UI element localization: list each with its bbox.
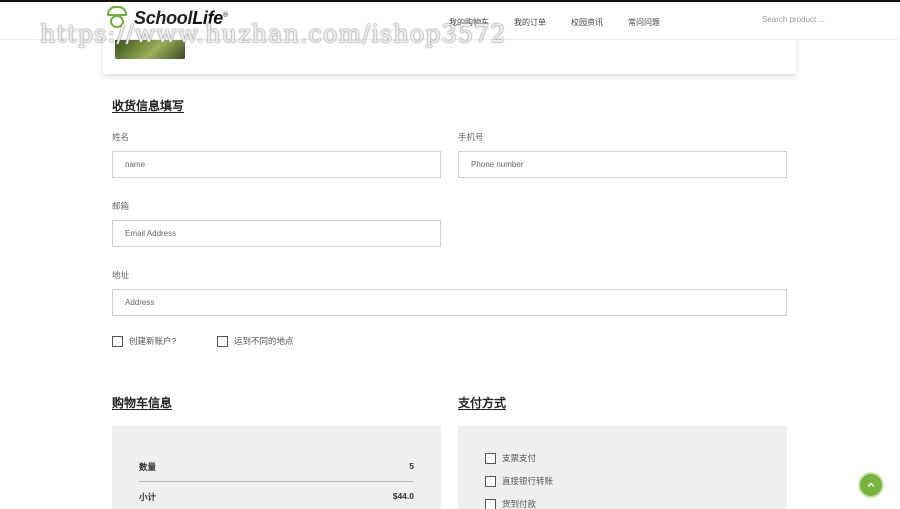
payment-option-bank-transfer[interactable]: 直接银行转账 — [485, 475, 553, 487]
cart-row-quantity: 数量 5 — [139, 461, 414, 472]
checkbox-box[interactable] — [485, 475, 496, 487]
cart-row-subtotal: 小计 $44.0 — [139, 491, 414, 502]
cart-summary-panel: 数量 5 小计 $44.0 — [112, 426, 441, 509]
watermark: https://www.huzhan.com/ishop3572 — [40, 20, 507, 48]
name-label: 姓名 — [112, 132, 130, 142]
checkbox-box[interactable] — [217, 335, 228, 347]
address-input[interactable]: Address — [112, 289, 787, 316]
nav-my-orders[interactable]: 我的订单 — [514, 17, 546, 28]
name-input[interactable]: name — [112, 151, 441, 178]
ship-different-checkbox[interactable]: 运到不同的地点 — [217, 335, 294, 347]
phone-label: 手机号 — [458, 132, 484, 142]
create-account-checkbox[interactable]: 创建新账户? — [112, 335, 176, 347]
email-label: 邮箱 — [112, 201, 130, 211]
chevron-up-icon — [867, 482, 875, 488]
address-label: 地址 — [112, 270, 130, 280]
payment-section-title: 支付方式 — [458, 396, 507, 410]
checkbox-box[interactable] — [485, 498, 496, 509]
cart-divider — [139, 481, 414, 482]
nav-faq[interactable]: 常问问题 — [628, 17, 660, 28]
payment-option-cash-on-delivery[interactable]: 货到付款 — [485, 498, 536, 509]
back-to-top-button[interactable] — [858, 472, 884, 498]
checkbox-box[interactable] — [485, 452, 496, 464]
phone-input[interactable]: Phone number — [458, 151, 787, 178]
payment-option-check[interactable]: 支票支付 — [485, 452, 536, 464]
nav-campus-news[interactable]: 校园资讯 — [571, 17, 603, 28]
cart-info-title: 购物车信息 — [112, 396, 173, 410]
search-input[interactable]: Search product ... — [762, 15, 825, 24]
email-input[interactable]: Email Address — [112, 220, 441, 247]
payment-panel: 支票支付 直接银行转账 货到付款 — [458, 426, 787, 509]
shipping-section-title: 收货信息填写 — [112, 99, 185, 113]
checkbox-box[interactable] — [112, 335, 123, 347]
